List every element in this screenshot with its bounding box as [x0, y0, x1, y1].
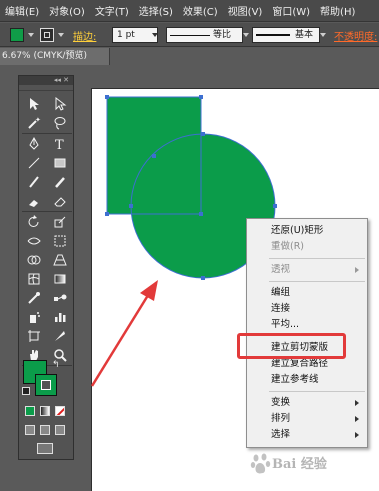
collapse-icon[interactable]: ◂◂ ✕	[54, 76, 69, 85]
symbol-sprayer-tool[interactable]	[23, 308, 45, 326]
rotate-tool[interactable]	[23, 213, 45, 231]
free-transform-tool[interactable]	[49, 232, 71, 250]
menu-item-perspective-label: 透视	[271, 264, 291, 275]
draw-inside-button[interactable]	[55, 425, 65, 435]
width-tool[interactable]	[23, 232, 45, 250]
scale-tool[interactable]	[49, 213, 71, 231]
menu-item-redo: 重做(R)	[271, 241, 305, 252]
mesh-tool[interactable]	[23, 270, 45, 288]
perspective-grid-tool[interactable]	[49, 251, 71, 269]
pencil-icon	[55, 177, 65, 188]
selection-tool[interactable]	[23, 95, 45, 113]
gradient-tool[interactable]	[49, 270, 71, 288]
color-mode-button[interactable]	[25, 406, 35, 416]
line-segment-icon	[28, 157, 40, 169]
type-icon: T	[55, 138, 64, 151]
blob-brush-icon	[29, 200, 38, 207]
symbol-sprayer-icon	[30, 312, 40, 323]
lasso-tool[interactable]	[49, 114, 71, 132]
blend-icon	[54, 294, 67, 301]
blend-tool[interactable]	[49, 289, 71, 307]
menu-item-arrange-label: 排列	[271, 413, 291, 424]
menu-item-join[interactable]: 连接	[247, 301, 367, 317]
perspective-grid-icon	[53, 254, 67, 266]
menu-item-transform[interactable]: 变换	[247, 395, 367, 411]
rectangle-tool[interactable]	[49, 154, 71, 172]
default-colors-icon[interactable]	[22, 387, 30, 395]
type-tool[interactable]: T	[49, 135, 71, 153]
watermark-text: Bai 经验	[272, 457, 327, 472]
baidu-jingyan-watermark: Bai 经验	[250, 448, 375, 486]
submenu-arrow-icon	[355, 416, 359, 422]
red-arrow-annotation	[90, 280, 158, 387]
screen-mode-icon[interactable]	[37, 443, 53, 454]
draw-behind-button[interactable]	[40, 425, 50, 435]
eyedropper-icon	[28, 292, 40, 304]
tools-panel-grip[interactable]	[19, 85, 73, 91]
menu-item-arrange[interactable]: 排列	[247, 411, 367, 427]
artboard-icon	[28, 330, 40, 342]
magic-wand-icon: ✦	[28, 116, 41, 129]
menu-item-perspective: 透视	[247, 262, 367, 278]
paintbrush-icon	[29, 176, 39, 188]
column-graph-icon	[55, 313, 66, 322]
direct-selection-tool[interactable]	[49, 95, 71, 113]
slice-tool[interactable]	[49, 327, 71, 345]
pencil-tool[interactable]	[49, 173, 71, 191]
menu-item-group[interactable]: 编组	[247, 285, 367, 301]
swap-fill-stroke-icon[interactable]: ↰	[52, 360, 60, 370]
blob-brush-tool[interactable]	[23, 192, 45, 210]
menu-item-make-guides[interactable]: 建立参考线	[247, 372, 367, 388]
line-segment-tool[interactable]	[23, 154, 45, 172]
submenu-arrow-icon	[355, 267, 359, 273]
svg-text:✦: ✦	[35, 116, 41, 124]
gradient-mode-button[interactable]	[40, 406, 50, 416]
menu-item-average[interactable]: 平均...	[247, 317, 367, 333]
tools-panel: ◂◂ ✕ ✦ T ↰	[18, 75, 74, 460]
shape-builder-tool[interactable]	[23, 251, 45, 269]
menu-item-undo[interactable]: 还原(U)矩形	[247, 223, 367, 239]
paw-logo-icon	[250, 453, 271, 474]
stroke-swatch-large[interactable]	[35, 374, 57, 396]
svg-text:T: T	[55, 138, 64, 151]
gradient-icon	[54, 274, 66, 284]
clipping-mask-highlight-annotation	[237, 333, 346, 359]
eraser-tool[interactable]	[49, 192, 71, 210]
magic-wand-tool[interactable]: ✦	[23, 114, 45, 132]
none-mode-button[interactable]	[55, 406, 65, 416]
rectangle-icon	[54, 158, 66, 168]
free-transform-icon	[54, 235, 66, 247]
tools-panel-header[interactable]: ◂◂ ✕	[19, 76, 73, 85]
pen-icon	[29, 137, 39, 150]
eyedropper-tool[interactable]	[23, 289, 45, 307]
menu-item-select-label: 选择	[271, 429, 291, 440]
submenu-arrow-icon	[355, 400, 359, 406]
column-graph-tool[interactable]	[49, 308, 71, 326]
shape-builder-icon	[27, 255, 41, 265]
draw-normal-button[interactable]	[25, 425, 35, 435]
scale-icon	[54, 216, 66, 228]
direct-selection-icon	[55, 97, 67, 111]
submenu-arrow-icon	[355, 432, 359, 438]
width-icon	[27, 237, 41, 245]
selection-arrow-icon	[30, 98, 39, 110]
rotate-icon	[28, 215, 39, 227]
eraser-icon	[54, 197, 66, 207]
pen-tool[interactable]	[23, 135, 45, 153]
menu-item-transform-label: 变换	[271, 397, 291, 408]
paintbrush-tool[interactable]	[23, 173, 45, 191]
artboard-tool[interactable]	[23, 327, 45, 345]
mesh-icon	[28, 273, 40, 285]
slice-icon	[55, 331, 65, 341]
lasso-icon	[54, 117, 66, 130]
menu-item-select[interactable]: 选择	[247, 427, 367, 443]
